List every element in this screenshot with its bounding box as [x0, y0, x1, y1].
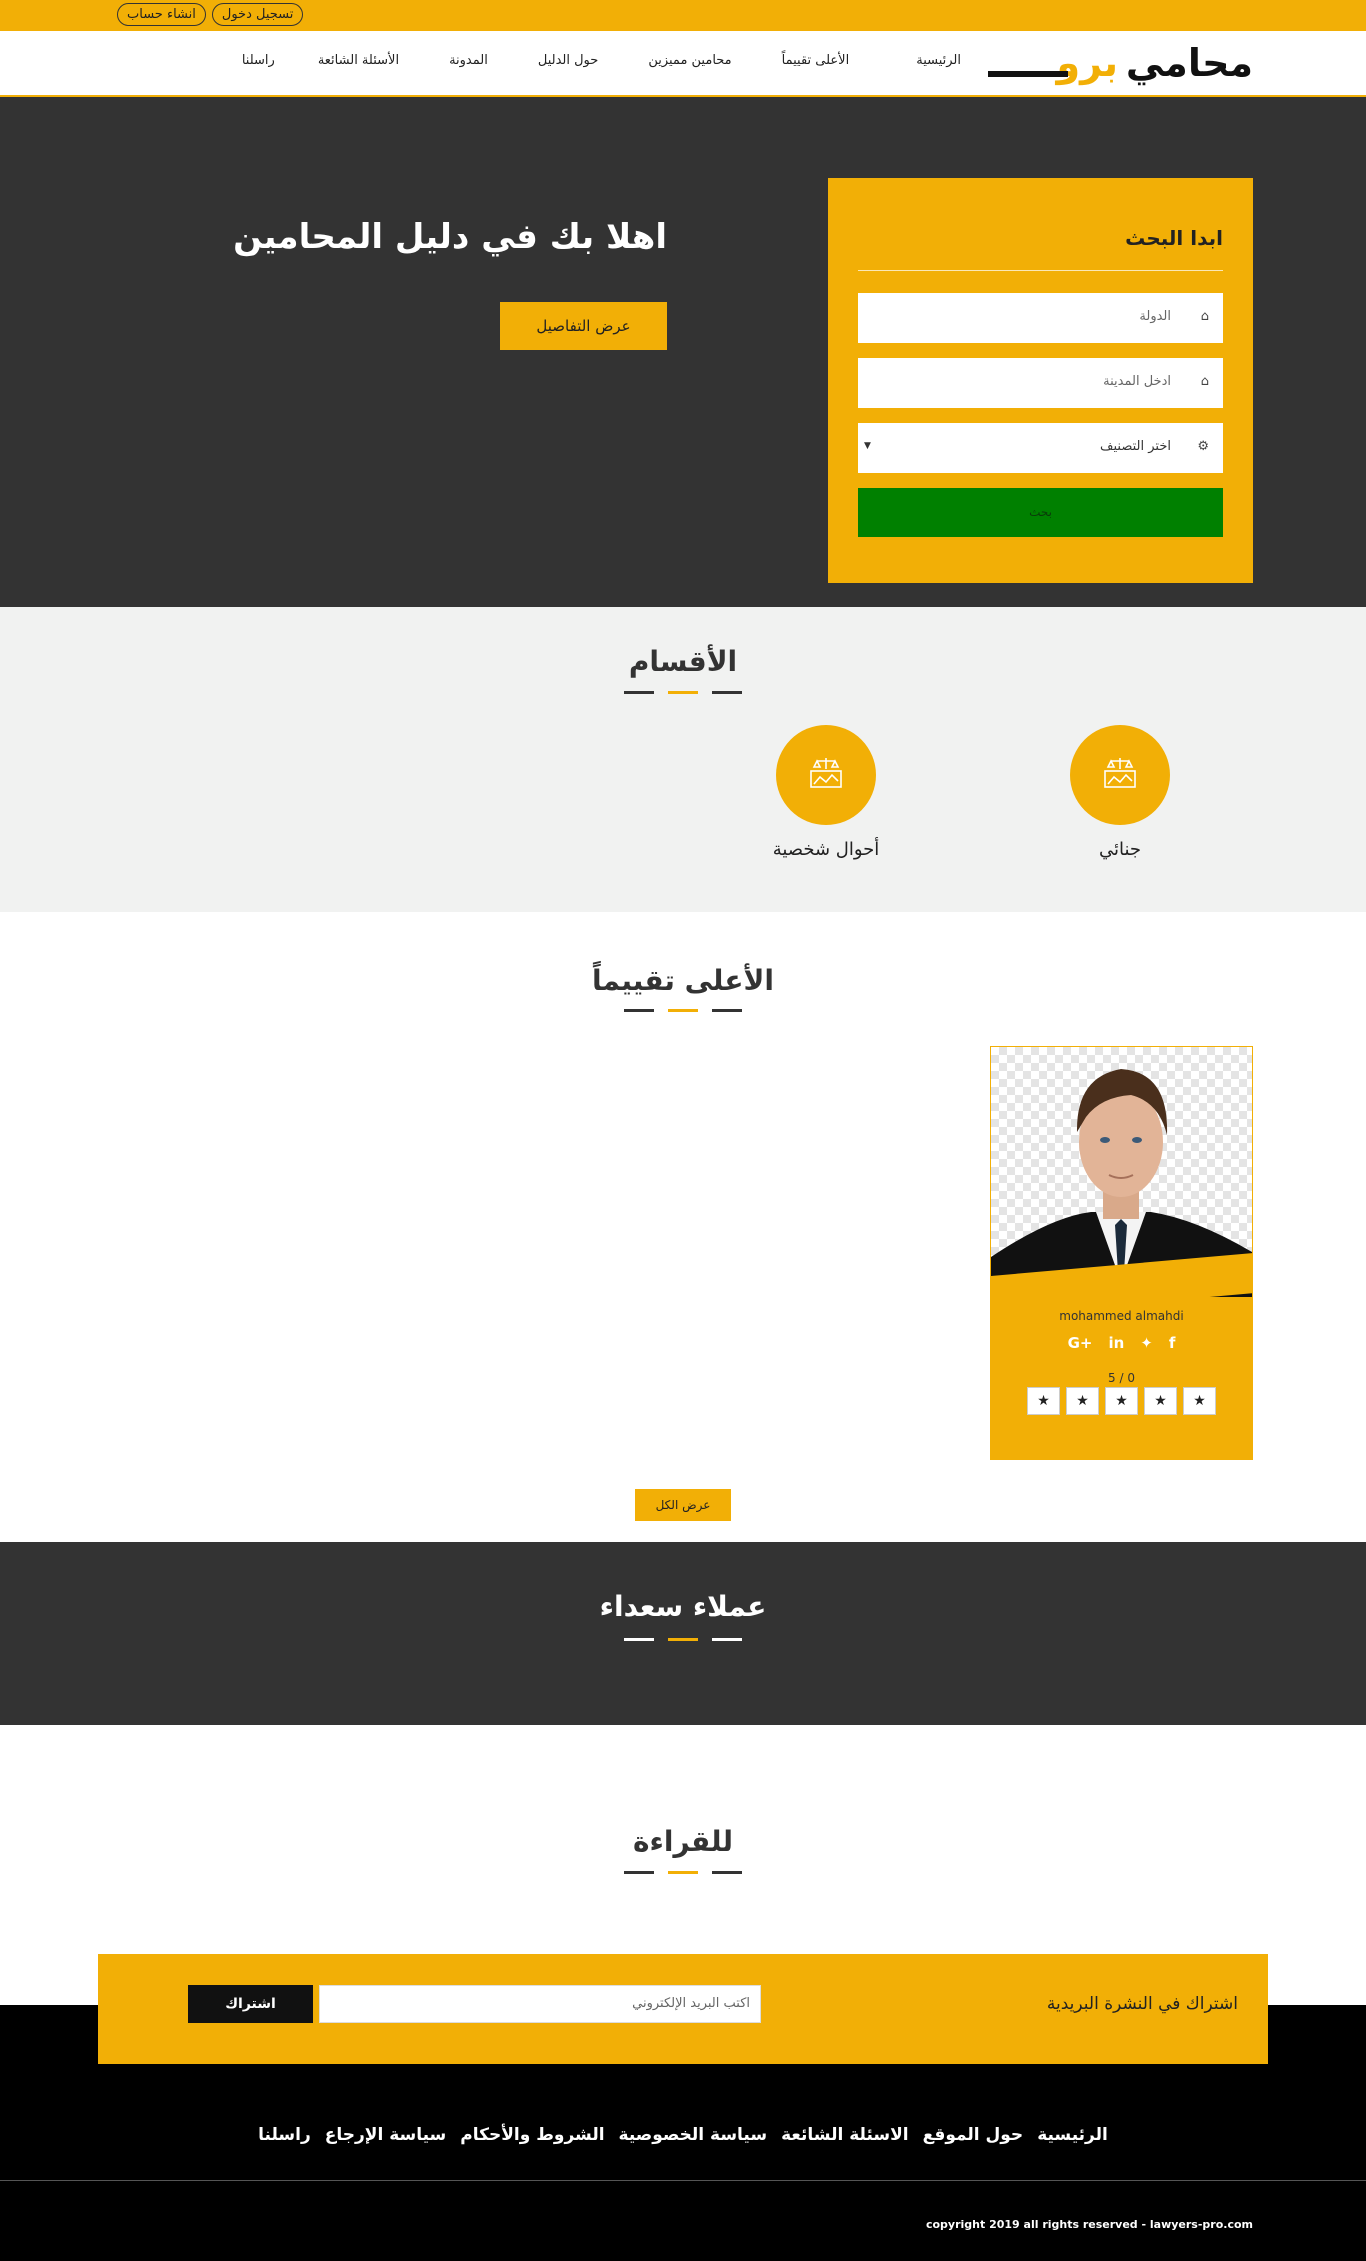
newsletter-box: اشتراك في النشرة البريدية اكتب البريد ال…: [98, 1954, 1268, 2064]
twitter-icon[interactable]: ✦: [1140, 1334, 1153, 1352]
google-plus-icon[interactable]: G+: [1068, 1334, 1093, 1352]
site-header: محامي برو الرئيسية الأعلى تقييماً محامين…: [0, 31, 1366, 97]
nav-item-featured-lawyers[interactable]: محامين مميزين: [648, 53, 731, 68]
top-rated-title: الأعلى تقييماً: [592, 964, 774, 997]
category-select[interactable]: ⚙ اختر التصنيف ▼: [858, 423, 1223, 473]
categories-title: الأقسام: [628, 645, 738, 678]
footer-link-faq[interactable]: الاسئلة الشائعة: [781, 2125, 909, 2145]
star-icon[interactable]: ★: [1183, 1387, 1216, 1415]
search-title: ابدا البحث: [1125, 226, 1223, 250]
hero-title: اهلا بك في دليل المحامين: [233, 217, 667, 257]
nav-item-faq[interactable]: الأسئلة الشائعة: [318, 53, 399, 68]
rating-stars: ★ ★ ★ ★ ★: [1027, 1387, 1216, 1415]
main-nav: الرئيسية الأعلى تقييماً محامين مميزين حو…: [242, 53, 961, 68]
category-label: جنائي: [1098, 839, 1142, 860]
category-circle: [776, 725, 876, 825]
category-circle: [1070, 725, 1170, 825]
star-icon[interactable]: ★: [1144, 1387, 1177, 1415]
footer-link-contact[interactable]: راسلنا: [258, 2125, 311, 2145]
footer-link-home[interactable]: الرئيسية: [1037, 2125, 1108, 2145]
happy-clients-section: عملاء سعداء: [0, 1542, 1366, 1725]
star-icon[interactable]: ★: [1105, 1387, 1138, 1415]
lawyer-card[interactable]: mohammed almahdi G+ in ✦ f 5 / 0 ★ ★ ★ ★…: [990, 1046, 1253, 1460]
search-button[interactable]: بحث: [858, 488, 1223, 537]
footer-divider: [0, 2180, 1366, 2181]
view-details-button[interactable]: عرض التفاصيل: [500, 302, 667, 350]
social-links: G+ in ✦ f: [991, 1334, 1252, 1352]
newsletter-title: اشتراك في النشرة البريدية: [1046, 1994, 1238, 2014]
country-placeholder: الدولة: [1139, 309, 1171, 324]
top-rated-section: الأعلى تقييماً mohammed almahdi G+ in ✦ …: [0, 912, 1366, 1542]
nav-item-blog[interactable]: المدونة: [449, 53, 488, 68]
footer-link-returns[interactable]: سياسة الإرجاع: [325, 2125, 447, 2145]
footer-link-privacy[interactable]: سياسة الخصوصية: [619, 2125, 768, 2145]
home-icon: ⌂: [1200, 374, 1209, 389]
logo-text-primary: محامي: [1125, 41, 1254, 85]
login-link[interactable]: تسجيل دخول: [211, 3, 304, 26]
star-icon[interactable]: ★: [1027, 1387, 1060, 1415]
site-logo[interactable]: محامي برو: [988, 41, 1254, 85]
logo-text-accent: برو: [1056, 41, 1118, 85]
lawyer-name[interactable]: mohammed almahdi: [991, 1309, 1252, 1323]
scales-of-justice-icon: [810, 758, 842, 788]
scales-of-justice-icon: [1104, 758, 1136, 788]
city-input[interactable]: ⌂ ادخل المدينة: [858, 358, 1223, 408]
happy-clients-title: عملاء سعداء: [599, 1590, 767, 1623]
search-panel: ابدا البحث ⌂ الدولة ⌂ ادخل المدينة ⚙ اخت…: [828, 178, 1253, 583]
logo-underline: [988, 71, 1068, 77]
category-criminal[interactable]: جنائي: [1070, 725, 1170, 860]
view-all-button[interactable]: عرض الكل: [635, 1489, 731, 1521]
nav-item-about[interactable]: حول الدليل: [538, 53, 598, 68]
copyright-text: copyright 2019 all rights reserved - law…: [925, 2218, 1253, 2231]
title-divider: [624, 1871, 742, 1874]
title-divider: [624, 691, 742, 694]
star-icon[interactable]: ★: [1066, 1387, 1099, 1415]
top-bar: انشاء حساب تسجيل دخول: [0, 0, 1366, 31]
gear-icon: ⚙: [1197, 439, 1209, 454]
home-icon: ⌂: [1200, 309, 1209, 324]
register-link[interactable]: انشاء حساب: [117, 3, 206, 26]
linkedin-icon[interactable]: in: [1108, 1334, 1124, 1352]
auth-links: انشاء حساب تسجيل دخول: [117, 3, 304, 26]
newsletter-email-input[interactable]: اكتب البريد الإلكتروني: [319, 1985, 761, 2023]
footer-link-about[interactable]: حول الموقع: [923, 2125, 1024, 2145]
footer-link-terms[interactable]: الشروط والأحكام: [460, 2125, 604, 2145]
footer-links: الرئيسية حول الموقع الاسئلة الشائعة سياس…: [0, 2125, 1366, 2145]
rating-score: 5 / 0: [1108, 1371, 1135, 1385]
chevron-down-icon: ▼: [864, 441, 871, 451]
hero-section: ابدا البحث ⌂ الدولة ⌂ ادخل المدينة ⚙ اخت…: [0, 97, 1366, 607]
city-placeholder: ادخل المدينة: [1103, 374, 1171, 389]
lawyer-photo: [991, 1047, 1252, 1297]
categories-section: الأقسام جنائي أحوال شخصية: [0, 607, 1366, 912]
nav-item-contact[interactable]: راسلنا: [242, 53, 275, 68]
reading-title: للقراءة: [633, 1825, 733, 1858]
nav-item-top-rated[interactable]: الأعلى تقييماً: [782, 53, 850, 68]
search-divider: [858, 270, 1223, 271]
subscribe-button[interactable]: اشتراك: [188, 1985, 313, 2023]
category-personal-status[interactable]: أحوال شخصية: [773, 725, 879, 860]
category-placeholder: اختر التصنيف: [1100, 439, 1171, 454]
title-divider: [624, 1009, 742, 1012]
country-input[interactable]: ⌂ الدولة: [858, 293, 1223, 343]
title-divider: [624, 1638, 742, 1641]
category-label: أحوال شخصية: [772, 839, 880, 860]
facebook-icon[interactable]: f: [1169, 1334, 1176, 1352]
nav-item-home[interactable]: الرئيسية: [916, 53, 961, 68]
